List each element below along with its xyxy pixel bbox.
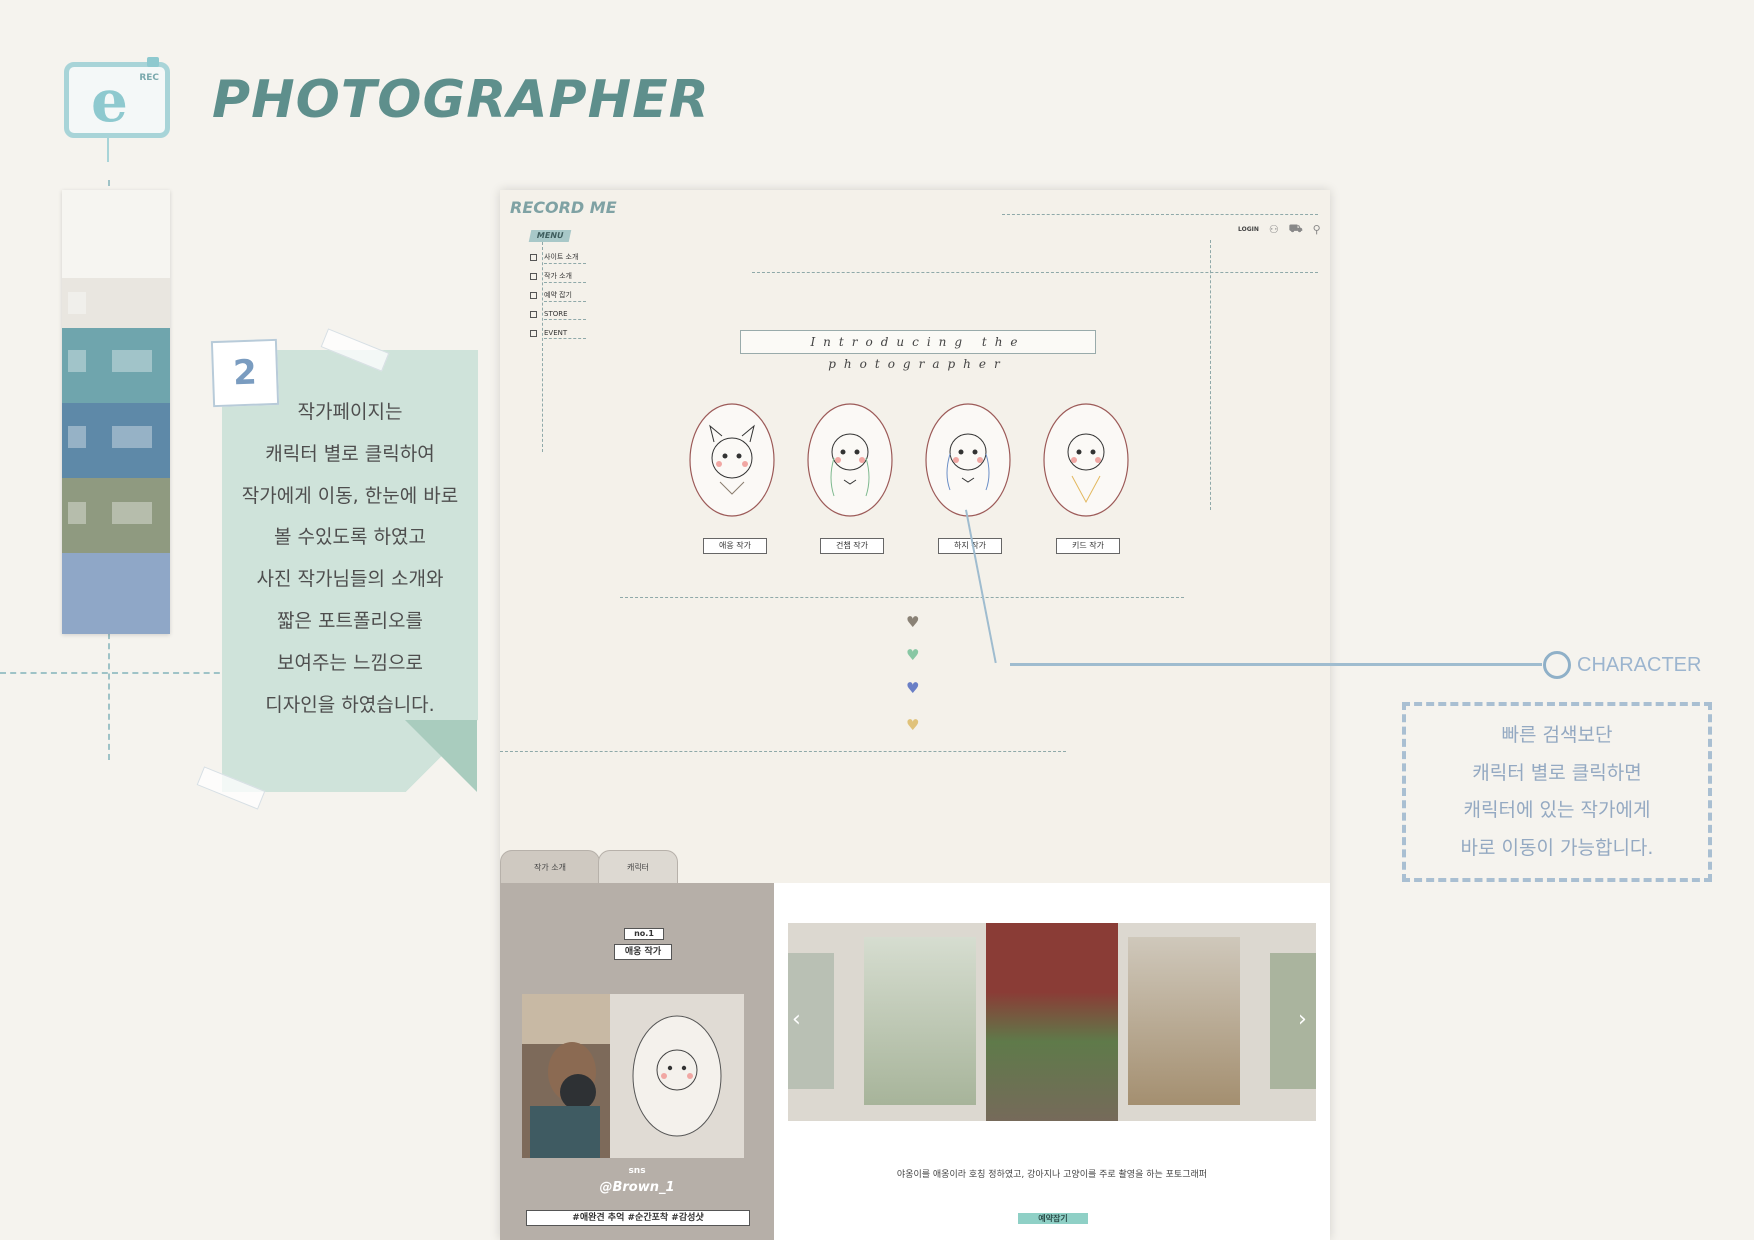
heart-icon[interactable]: ♥ — [906, 718, 919, 733]
note-line: 캐릭터 별로 클릭하여 — [265, 442, 435, 465]
thumb-section-hero — [62, 190, 170, 278]
page-title: PHOTOGRAPHER — [212, 70, 710, 130]
artist-name: 애옹 작가 — [614, 944, 672, 960]
website-mockup: RECORD ME MENU 사이트 소개 작가 소개 예약 잡기 STORE … — [500, 190, 1330, 1240]
logo-cap — [147, 57, 159, 67]
menu-item-label: STORE — [544, 310, 586, 320]
thumb-photo — [68, 292, 86, 314]
logo-badge: REC — [139, 73, 159, 83]
menu-item-reservation[interactable]: 예약 잡기 — [530, 286, 586, 305]
reservation-button[interactable]: 예약잡기 — [1018, 1213, 1088, 1224]
artist-card — [522, 994, 744, 1158]
menu-item-label: EVENT — [544, 329, 586, 339]
divider — [1002, 214, 1318, 215]
gallery-next-arrow-icon[interactable]: › — [1298, 1007, 1307, 1032]
gallery-photo[interactable] — [864, 937, 976, 1105]
divider — [620, 597, 1184, 598]
character-geonchaep[interactable] — [806, 402, 894, 518]
site-menu: 사이트 소개 작가 소개 예약 잡기 STORE EVENT — [530, 248, 586, 343]
artist-description: 야옹이를 애옹이라 호칭 정하였고, 강아지나 고양이를 주로 촬영을 하는 포… — [896, 1170, 1208, 1180]
thumb-photo — [112, 502, 152, 524]
logo-letter: e — [91, 67, 128, 135]
gallery-photo[interactable] — [986, 923, 1118, 1121]
hashtags: #애완견 추억 #순간포착 #감성샷 — [526, 1210, 750, 1226]
menu-checkbox — [530, 273, 537, 280]
menu-checkbox — [530, 254, 537, 261]
sticky-note-fold-shadow — [405, 720, 477, 792]
divider — [1210, 240, 1211, 510]
site-logo[interactable]: RECORD ME — [510, 198, 617, 217]
callout-text: 빠른 검색보단 캐릭터 별로 클릭하면 캐릭터에 있는 작가에게 바로 이동이 … — [1402, 717, 1712, 867]
menu-item-label: 예약 잡기 — [544, 290, 586, 302]
search-icon[interactable]: ⚲ — [1313, 223, 1321, 236]
photo-gallery: ‹ › — [788, 923, 1316, 1121]
gallery-photo[interactable] — [1128, 937, 1240, 1105]
callout-connector — [1010, 663, 1542, 666]
thumb-photo — [68, 350, 86, 372]
thumb-photo — [68, 426, 86, 448]
note-line: 보여주는 느낌으로 — [277, 651, 423, 674]
heart-icon[interactable]: ♥ — [906, 615, 919, 630]
character-label-kid[interactable]: 키드 작가 — [1056, 538, 1120, 554]
tab-artist-intro[interactable]: 작가 소개 — [500, 850, 600, 884]
note-text: 작가페이지는 캐릭터 별로 클릭하여 작가에게 이동, 한눈에 바로 볼 수있도… — [222, 392, 478, 726]
heart-icon[interactable]: ♥ — [906, 681, 919, 696]
heart-icon[interactable]: ♥ — [906, 648, 919, 663]
intro-banner: Introducing the photographer — [740, 330, 1096, 371]
note-line: 작가에게 이동, 한눈에 바로 — [241, 484, 459, 507]
menu-item-about[interactable]: 사이트 소개 — [530, 248, 586, 267]
tab-character[interactable]: 캐릭터 — [598, 850, 678, 884]
character-haji[interactable] — [924, 402, 1012, 518]
menu-checkbox — [530, 292, 537, 299]
callout-line: 캐릭터에 있는 작가에게 — [1463, 799, 1651, 821]
divider — [752, 272, 1318, 273]
menu-tag: MENU — [528, 230, 572, 242]
menu-item-artists[interactable]: 작가 소개 — [530, 267, 586, 286]
character-label-geonchaep[interactable]: 건챕 작가 — [820, 538, 884, 554]
page-thumbnail — [62, 190, 170, 634]
thumb-photo — [112, 426, 152, 448]
note-line: 작가페이지는 — [297, 401, 403, 423]
user-icon[interactable]: ⚇ — [1269, 223, 1279, 236]
character-label-aeong[interactable]: 애옹 작가 — [703, 538, 767, 554]
cart-icon[interactable]: ⛟ — [1289, 222, 1303, 237]
thumb-photo — [68, 502, 86, 524]
note-line: 사진 작가님들의 소개와 — [256, 568, 444, 591]
divider — [500, 751, 1066, 752]
artist-photo — [522, 994, 744, 1158]
logo-stem — [107, 138, 109, 162]
guide-line-horizontal — [0, 672, 230, 674]
menu-item-label: 사이트 소개 — [544, 252, 586, 264]
utility-bar: LOGIN ⚇ ⛟ ⚲ — [1238, 222, 1321, 237]
note-line: 디자인을 하였습니다. — [265, 693, 435, 716]
thumb-section-footer — [62, 553, 170, 634]
artist-number: no.1 — [624, 928, 664, 940]
sns-handle[interactable]: @Brown_1 — [500, 1180, 774, 1195]
callout-dot — [1543, 651, 1571, 679]
thumb-photo — [112, 350, 152, 372]
character-kid[interactable] — [1042, 402, 1130, 518]
callout-line: 바로 이동이 가능합니다. — [1460, 836, 1654, 859]
menu-checkbox — [530, 330, 537, 337]
note-line: 짧은 포트폴리오를 — [277, 609, 423, 632]
menu-item-label: 작가 소개 — [544, 271, 586, 283]
callout-title: CHARACTER — [1577, 654, 1702, 676]
gallery-photo[interactable] — [1270, 953, 1316, 1089]
brand-logo: e REC — [64, 57, 170, 138]
menu-checkbox — [530, 311, 537, 318]
login-link[interactable]: LOGIN — [1238, 226, 1259, 233]
callout-line: 캐릭터 별로 클릭하면 — [1472, 761, 1642, 784]
callout-line: 빠른 검색보단 — [1501, 724, 1613, 746]
character-aeong[interactable] — [688, 402, 776, 518]
gallery-prev-arrow-icon[interactable]: ‹ — [792, 1007, 801, 1032]
note-line: 볼 수있도록 하였고 — [274, 526, 426, 549]
sns-label: sns — [628, 1166, 646, 1176]
menu-item-event[interactable]: EVENT — [530, 324, 586, 343]
menu-item-store[interactable]: STORE — [530, 305, 586, 324]
